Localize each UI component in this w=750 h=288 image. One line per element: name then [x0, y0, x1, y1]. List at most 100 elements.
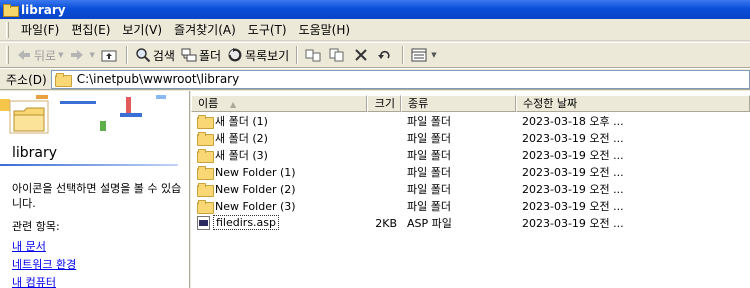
title-bar: library: [0, 0, 750, 19]
toolbar-grip: [6, 46, 9, 64]
file-modified: 2023-03-19 오전 ...: [522, 183, 624, 196]
toolbar-separator: [125, 46, 128, 64]
folder-icon: [197, 149, 214, 163]
listview-button[interactable]: 목록보기: [224, 44, 292, 66]
file-row[interactable]: New Folder (3) 파일 폴더 2023-03-19 오전 ...: [191, 198, 750, 215]
folder-icon: [54, 72, 72, 87]
folders-icon: [181, 47, 197, 63]
column-header-name-label: 이름: [198, 97, 219, 110]
file-type: ASP 파일: [407, 217, 452, 230]
undo-icon: [377, 47, 393, 63]
chevron-down-icon[interactable]: ▼: [89, 51, 94, 59]
delete-icon: [353, 47, 369, 63]
link-my-documents[interactable]: 내 문서: [12, 238, 46, 254]
copy-to-button[interactable]: [326, 44, 350, 66]
forward-arrow-icon: [69, 47, 85, 63]
file-name: New Folder (3): [215, 200, 296, 213]
file-name: New Folder (2): [215, 183, 296, 196]
address-path: C:\inetpub\wwwroot\library: [76, 72, 240, 86]
file-name: 새 폴더 (2): [215, 132, 268, 145]
folder-icon: [197, 132, 214, 146]
file-row[interactable]: 새 폴더 (2) 파일 폴더 2023-03-19 오전 ...: [191, 130, 750, 147]
up-folder-icon: [101, 47, 117, 63]
menu-favorites[interactable]: 즐겨찾기(A): [168, 21, 242, 39]
views-button[interactable]: ▼: [408, 44, 439, 66]
delete-button[interactable]: [350, 44, 374, 66]
folder-description: 아이콘을 선택하면 설명을 볼 수 있습니다.: [12, 182, 182, 210]
folder-icon: [197, 115, 214, 129]
menu-view[interactable]: 보기(V): [116, 21, 168, 39]
back-arrow-icon: [16, 47, 32, 63]
folder-icon: [3, 4, 19, 17]
folder-icon: [197, 200, 214, 214]
column-header-type[interactable]: 종류: [401, 95, 516, 112]
file-type: 파일 폴더: [407, 149, 451, 162]
move-to-button[interactable]: [302, 44, 326, 66]
file-type: 파일 폴더: [407, 183, 451, 196]
file-row[interactable]: 새 폴더 (3) 파일 폴더 2023-03-19 오전 ...: [191, 147, 750, 164]
toolbar: 뒤로 ▼ ▼ 검색 폴더 목록보기 ▼: [0, 42, 750, 68]
menu-grip: [6, 21, 9, 38]
file-type: 파일 폴더: [407, 132, 451, 145]
menu-help[interactable]: 도움말(H): [293, 21, 357, 39]
undo-button[interactable]: [374, 44, 398, 66]
column-header-modified[interactable]: 수정한 날짜: [516, 95, 750, 112]
move-to-icon: [305, 47, 321, 63]
folder-icon: [197, 183, 214, 197]
up-folder-button[interactable]: [98, 44, 122, 66]
column-header-size[interactable]: 크기: [367, 95, 401, 112]
views-icon: [411, 47, 427, 63]
folders-label: 폴더: [198, 48, 222, 63]
search-label: 검색: [152, 48, 175, 63]
title-divider: [0, 164, 178, 166]
link-my-computer[interactable]: 내 컴퓨터: [12, 274, 56, 288]
file-row[interactable]: New Folder (1) 파일 폴더 2023-03-19 오전 ...: [191, 164, 750, 181]
folder-title: library: [12, 145, 58, 161]
folders-button[interactable]: 폴더: [178, 44, 224, 66]
file-modified: 2023-03-19 오전 ...: [522, 200, 624, 213]
file-modified: 2023-03-19 오전 ...: [522, 149, 624, 162]
menu-file[interactable]: 파일(F): [15, 21, 65, 39]
left-info-pane: library 아이콘을 선택하면 설명을 볼 수 있습니다. 관련 항목: 내…: [0, 91, 190, 288]
file-size: 2KB: [375, 217, 397, 230]
search-button[interactable]: 검색: [132, 44, 178, 66]
file-modified: 2023-03-19 오전 ...: [522, 166, 624, 179]
address-label: 주소(D): [6, 72, 47, 87]
folder-icon: [197, 166, 214, 180]
window-title: library: [21, 2, 66, 17]
menu-bar: 파일(F) 편집(E) 보기(V) 즐겨찾기(A) 도구(T) 도움말(H): [0, 19, 750, 41]
file-row[interactable]: 새 폴더 (1) 파일 폴더 2023-03-18 오후 ...: [191, 113, 750, 130]
toolbar-separator: [296, 46, 299, 64]
refresh-icon: [227, 47, 243, 63]
file-row[interactable]: filedirs.asp 2KB ASP 파일 2023-03-19 오전 ..…: [191, 215, 750, 232]
asp-file-icon: [197, 215, 210, 230]
column-header-name[interactable]: 이름 ▲: [191, 95, 367, 112]
folder-banner-art: [0, 95, 166, 134]
file-row[interactable]: New Folder (2) 파일 폴더 2023-03-19 오전 ...: [191, 181, 750, 198]
file-modified: 2023-03-18 오후 ...: [522, 115, 624, 128]
copy-to-icon: [329, 47, 345, 63]
address-bar: 주소(D) C:\inetpub\wwwroot\library: [0, 68, 750, 90]
file-modified: 2023-03-19 오전 ...: [522, 132, 624, 145]
file-type: 파일 폴더: [407, 166, 451, 179]
back-button[interactable]: 뒤로 ▼: [13, 44, 66, 66]
forward-button[interactable]: ▼: [66, 44, 97, 66]
file-type: 파일 폴더: [407, 200, 451, 213]
listview-label: 목록보기: [245, 48, 290, 63]
file-list-view[interactable]: 이름 ▲ 크기 종류 수정한 날짜 새 폴더 (1) 파일 폴더 2023-03…: [191, 91, 750, 288]
chevron-down-icon[interactable]: ▼: [431, 51, 436, 59]
menu-tools[interactable]: 도구(T): [242, 21, 293, 39]
related-label: 관련 항목:: [12, 220, 60, 233]
search-icon: [135, 47, 151, 63]
chevron-down-icon[interactable]: ▼: [58, 51, 63, 59]
file-name: 새 폴더 (3): [215, 149, 268, 162]
file-name: filedirs.asp: [213, 215, 279, 230]
back-label: 뒤로: [34, 48, 57, 63]
link-network-places[interactable]: 네트워크 환경: [12, 256, 76, 272]
sort-ascending-icon: ▲: [230, 100, 237, 109]
address-field[interactable]: C:\inetpub\wwwroot\library: [50, 69, 750, 89]
file-modified: 2023-03-19 오전 ...: [522, 217, 624, 230]
file-type: 파일 폴더: [407, 115, 451, 128]
file-name: New Folder (1): [215, 166, 296, 179]
menu-edit[interactable]: 편집(E): [65, 21, 116, 39]
